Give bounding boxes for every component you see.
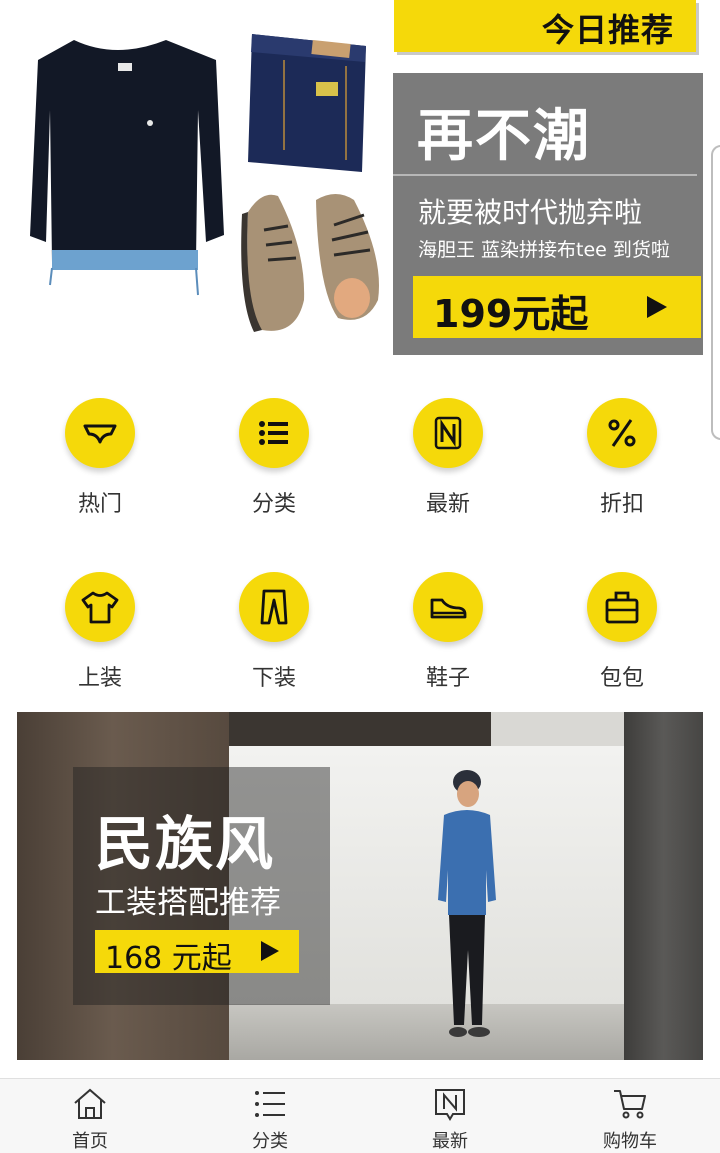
new-n-icon xyxy=(413,398,483,468)
hero-product-image xyxy=(30,34,379,332)
today-recommend-label: 今日推荐 xyxy=(541,11,674,49)
category-item-shoes[interactable]: 鞋子 xyxy=(358,554,538,704)
app-page: 今日推荐 再不潮 就要被时代抛弃啦 海胆王 蓝染拼接布tee 到货啦 199元起… xyxy=(0,0,720,1153)
pants-icon xyxy=(239,572,309,642)
cart-icon xyxy=(614,1090,646,1119)
new-n-icon xyxy=(435,1089,465,1121)
sweatshirt-image xyxy=(30,40,224,296)
promo-title: 再不潮 xyxy=(417,104,591,169)
shoe-icon xyxy=(413,572,483,642)
nav-label: 购物车 xyxy=(603,1131,657,1152)
percent-icon xyxy=(587,398,657,468)
ethnic-style-banner[interactable]: 民族风 工装搭配推荐 168 元起 xyxy=(17,712,703,1060)
category-item-hot[interactable]: 热门 xyxy=(10,380,190,530)
promo-subtitle: 就要被时代抛弃啦 xyxy=(418,196,643,229)
category-grid: 热门 分类 最新 折扣 上装 下装 鞋子 包包 xyxy=(0,380,720,710)
banner-title: 民族风 xyxy=(95,810,276,878)
category-item-newest[interactable]: 最新 xyxy=(358,380,538,530)
banner-price-button[interactable]: 168 元起 xyxy=(95,930,299,976)
list-icon xyxy=(255,1091,285,1117)
banner-price-label: 168 元起 xyxy=(105,941,232,976)
category-label: 最新 xyxy=(425,492,470,517)
category-item-classify[interactable]: 分类 xyxy=(184,380,364,530)
banner-background-pillar xyxy=(624,712,703,1060)
category-label: 分类 xyxy=(251,492,296,517)
category-item-bottoms[interactable]: 下装 xyxy=(184,554,364,704)
nav-label: 分类 xyxy=(252,1131,288,1152)
play-arrow-icon xyxy=(261,941,279,961)
category-label: 折扣 xyxy=(599,492,644,517)
play-arrow-icon xyxy=(647,296,667,318)
promo-box[interactable]: 再不潮 就要被时代抛弃啦 海胆王 蓝染拼接布tee 到货啦 199元起 xyxy=(393,73,703,355)
nav-label: 最新 xyxy=(432,1131,468,1152)
nav-label: 首页 xyxy=(72,1131,108,1152)
nav-item-newest[interactable]: 最新 xyxy=(360,1079,540,1153)
nav-item-classify[interactable]: 分类 xyxy=(180,1079,360,1153)
home-icon xyxy=(74,1088,106,1119)
tshirt-icon xyxy=(65,572,135,642)
nav-item-home[interactable]: 首页 xyxy=(0,1079,180,1153)
bag-icon xyxy=(587,572,657,642)
category-label: 下装 xyxy=(251,666,296,691)
category-label: 上装 xyxy=(77,666,122,691)
list-icon xyxy=(239,398,309,468)
category-item-bags[interactable]: 包包 xyxy=(532,554,712,704)
promo-price-label: 199元起 xyxy=(433,292,589,336)
today-recommend-tag: 今日推荐 xyxy=(394,0,696,52)
category-item-discount[interactable]: 折扣 xyxy=(532,380,712,530)
promo-description: 海胆王 蓝染拼接布tee 到货啦 xyxy=(418,239,670,261)
jeans-image xyxy=(248,34,366,172)
category-label: 鞋子 xyxy=(425,666,470,691)
model-person-image xyxy=(438,770,496,1037)
promo-price-button[interactable]: 199元起 xyxy=(413,276,701,338)
promo-divider xyxy=(393,174,697,176)
bottom-navigation: 首页 分类 最新 购物车 xyxy=(0,1078,720,1153)
category-label: 热门 xyxy=(77,492,122,517)
hero-banner[interactable]: 今日推荐 再不潮 就要被时代抛弃啦 海胆王 蓝染拼接布tee 到货啦 199元起 xyxy=(0,0,720,440)
banner-background-ceiling xyxy=(229,712,491,746)
banner-subtitle: 工装搭配推荐 xyxy=(95,885,281,921)
category-item-tops[interactable]: 上装 xyxy=(10,554,190,704)
category-label: 包包 xyxy=(599,666,644,691)
shoes-image xyxy=(241,194,379,332)
nav-item-cart[interactable]: 购物车 xyxy=(540,1079,720,1153)
underwear-icon xyxy=(65,398,135,468)
